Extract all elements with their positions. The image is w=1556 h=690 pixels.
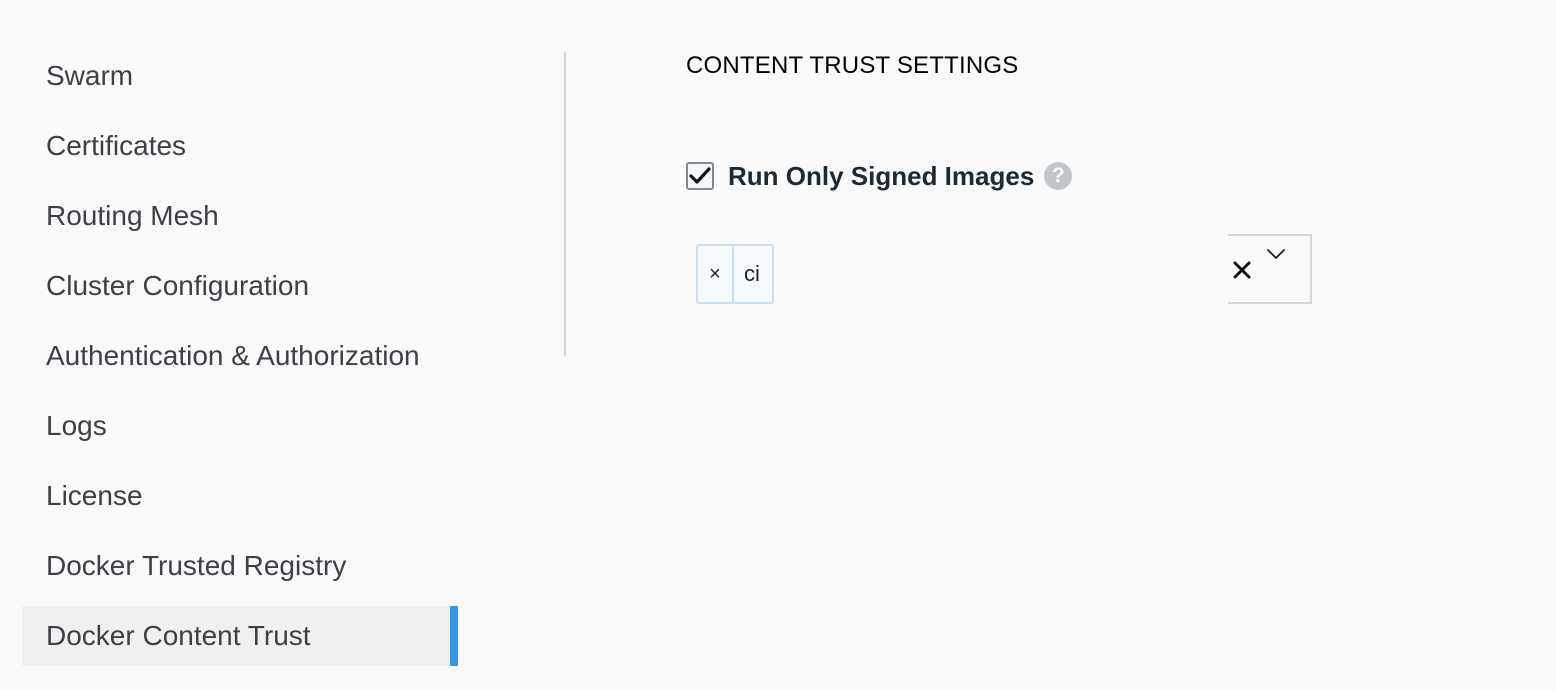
settings-sidebar: Swarm Certificates Routing Mesh Cluster …: [22, 46, 458, 676]
sidebar-item-authentication-authorization[interactable]: Authentication & Authorization: [22, 326, 458, 386]
team-multi-select[interactable]: × ci: [686, 234, 1312, 304]
sidebar-item-label: Docker Content Trust: [46, 620, 311, 651]
chevron-down-icon[interactable]: [1264, 244, 1288, 264]
sidebar-item-label: License: [46, 480, 143, 511]
sidebar-item-routing-mesh[interactable]: Routing Mesh: [22, 186, 458, 246]
run-signed-images-row: Run Only Signed Images ?: [686, 158, 1073, 194]
sidebar-item-swarm[interactable]: Swarm: [22, 46, 458, 106]
close-icon[interactable]: [1228, 256, 1256, 284]
sidebar-item-label: Routing Mesh: [46, 200, 219, 231]
sidebar-item-certificates[interactable]: Certificates: [22, 116, 458, 176]
sidebar-item-docker-trusted-registry[interactable]: Docker Trusted Registry: [22, 536, 458, 596]
section-title: CONTENT TRUST SETTINGS: [686, 52, 1019, 79]
sidebar-item-label: Cluster Configuration: [46, 270, 310, 301]
tag-remove-button[interactable]: ×: [698, 246, 734, 302]
sidebar-item-label: Swarm: [46, 60, 134, 91]
sidebar-item-label: Authentication & Authorization: [46, 340, 420, 371]
sidebar-item-label: Certificates: [46, 130, 187, 161]
sidebar-item-license[interactable]: License: [22, 466, 458, 526]
tag-label: ci: [744, 261, 760, 286]
checkmark-icon: [689, 167, 711, 184]
sidebar-item-logs[interactable]: Logs: [22, 396, 458, 456]
help-icon[interactable]: ?: [1044, 162, 1073, 190]
selected-team-tag: × ci: [696, 244, 774, 304]
sidebar-item-label: Docker Trusted Registry: [46, 550, 347, 581]
run-signed-images-checkbox[interactable]: [686, 162, 714, 190]
sidebar-item-label: Logs: [46, 410, 107, 441]
sidebar-item-cluster-configuration[interactable]: Cluster Configuration: [22, 256, 458, 316]
run-signed-images-label: Run Only Signed Images: [728, 160, 1035, 191]
sidebar-item-docker-content-trust[interactable]: Docker Content Trust: [22, 606, 458, 666]
sidebar-divider: [564, 52, 566, 356]
